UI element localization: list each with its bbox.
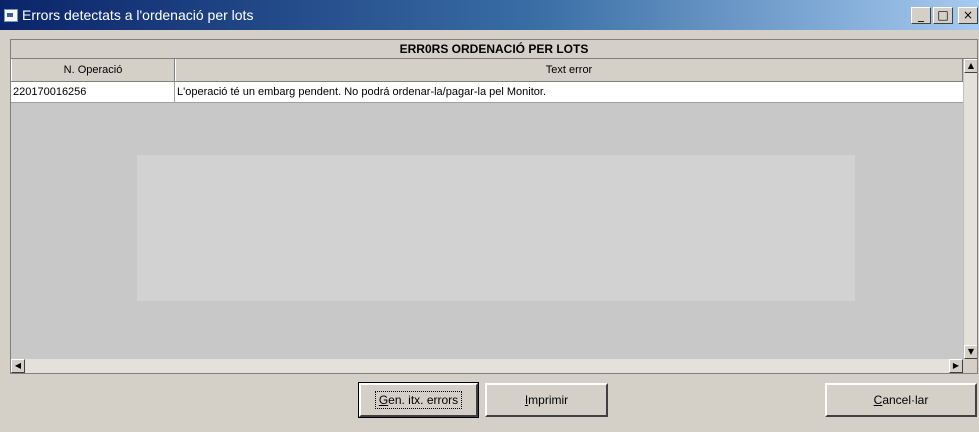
- print-label: Imprimir: [524, 393, 569, 407]
- title-bar[interactable]: Errors detectats a l'ordenació per lots …: [0, 0, 979, 30]
- scroll-right-arrow-icon[interactable]: ▶: [949, 359, 963, 373]
- generate-errors-file-label: Gen. itx. errors: [374, 391, 463, 409]
- horizontal-scrollbar[interactable]: ◀ ▶: [11, 359, 963, 373]
- grid-caption: ERR0RS ORDENACIÓ PER LOTS: [11, 40, 977, 59]
- scrollbar-corner: [963, 359, 977, 373]
- generate-errors-file-button[interactable]: Gen. itx. errors: [358, 382, 479, 418]
- grid-background-shade: [137, 155, 855, 301]
- table-row[interactable]: 220170016256 L'operació té un embarg pen…: [11, 82, 963, 103]
- error-text-cell[interactable]: L'operació té un embarg pendent. No podr…: [175, 82, 963, 102]
- errors-dialog: Errors detectats a l'ordenació per lots …: [0, 0, 979, 432]
- cancel-button[interactable]: Cancel·lar: [825, 383, 977, 417]
- window-title: Errors detectats a l'ordenació per lots: [22, 7, 254, 23]
- scroll-left-arrow-icon[interactable]: ◀: [11, 359, 25, 373]
- operation-number-cell[interactable]: 220170016256: [11, 82, 175, 102]
- close-button[interactable]: ×: [958, 7, 978, 24]
- vertical-scrollbar[interactable]: ▲ ▼: [963, 59, 977, 359]
- grid-empty-area: [11, 103, 963, 359]
- maximize-button[interactable]: □: [933, 7, 953, 24]
- app-window-icon[interactable]: [4, 9, 18, 22]
- errors-grid[interactable]: ERR0RS ORDENACIÓ PER LOTS N. Operació Te…: [10, 39, 978, 374]
- column-header-error-text[interactable]: Text error: [175, 59, 963, 81]
- minimize-button[interactable]: _: [911, 7, 931, 24]
- cancel-label: Cancel·lar: [873, 393, 929, 407]
- scroll-down-arrow-icon[interactable]: ▼: [964, 345, 977, 359]
- scroll-up-arrow-icon[interactable]: ▲: [964, 59, 977, 73]
- print-button[interactable]: Imprimir: [485, 383, 608, 417]
- column-header-operation-number[interactable]: N. Operació: [11, 59, 175, 81]
- grid-header: N. Operació Text error: [11, 59, 963, 82]
